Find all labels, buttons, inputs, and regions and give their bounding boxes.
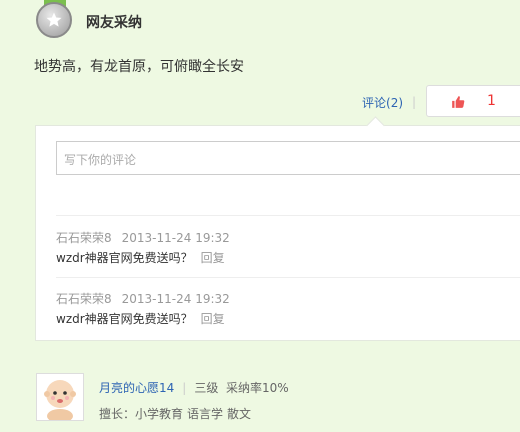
expertise-tag[interactable]: 散文 (227, 407, 251, 421)
comment-body: wzdr神器官网免费送吗？ (56, 312, 193, 326)
adopt-rate: 采纳率10% (225, 381, 289, 395)
star-medal-icon (34, 0, 76, 42)
divider (56, 215, 520, 216)
thumbs-up-icon[interactable] (451, 94, 465, 113)
action-separator: | (412, 95, 417, 109)
answerer-expertise: 擅长：小学教育 语言学 散文 (99, 405, 255, 422)
reply-button[interactable]: 回复 (201, 312, 225, 326)
answerer-info: 月亮的心愿14 | 三级 采纳率10% (99, 379, 289, 396)
section-title: 网友采纳 (86, 15, 142, 31)
expertise-label: 擅长： (99, 407, 136, 421)
comments-link[interactable]: 评论(2) (362, 94, 403, 111)
divider (56, 277, 520, 278)
comment-body: wzdr神器官网免费送吗？ (56, 251, 193, 265)
comments-count[interactable]: (2) (386, 96, 403, 110)
comment-input[interactable]: 写下你的评论 (56, 141, 520, 175)
answerer-level: 三级 (194, 381, 219, 395)
user-avatar[interactable] (36, 373, 84, 423)
reply-button[interactable]: 回复 (201, 251, 225, 265)
comment-text: wzdr神器官网免费送吗？ 回复 (56, 249, 225, 266)
comment-meta: 石石荣荣8 2013-11-24 19:32 (56, 290, 230, 307)
answerer-name[interactable]: 月亮的心愿14 (99, 381, 174, 395)
info-separator: | (182, 381, 187, 395)
comment-meta: 石石荣荣8 2013-11-24 19:32 (56, 229, 230, 246)
comment-user[interactable]: 石石荣荣8 (56, 292, 112, 306)
like-count[interactable]: 1 (487, 93, 496, 109)
comment-time: 2013-11-24 19:32 (121, 292, 230, 306)
like-button[interactable]: 1 (426, 85, 520, 117)
comment-user[interactable]: 石石荣荣8 (56, 231, 112, 245)
comments-link-label[interactable]: 评论 (362, 96, 386, 110)
expertise-tag[interactable]: 语言学 (187, 407, 223, 421)
comment-text: wzdr神器官网免费送吗？ 回复 (56, 310, 225, 327)
comment-time: 2013-11-24 19:32 (121, 231, 230, 245)
expertise-tag[interactable]: 小学教育 (135, 407, 183, 421)
answer-text: 地势高，有龙首原，可俯瞰全长安 (34, 59, 244, 75)
